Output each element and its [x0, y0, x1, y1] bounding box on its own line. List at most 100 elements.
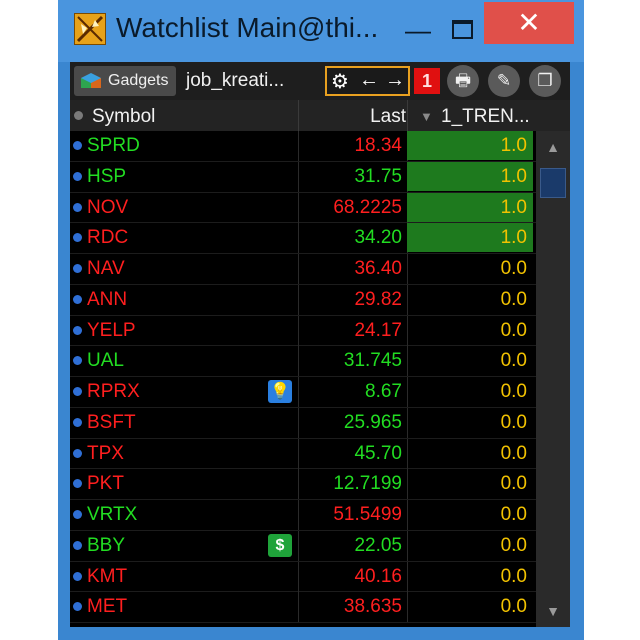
row-symbol[interactable]: VRTX: [87, 504, 137, 526]
close-button[interactable]: ✕: [484, 2, 574, 44]
row-status-dot-icon: [73, 602, 82, 612]
row-symbol[interactable]: SPRD: [87, 135, 140, 157]
row-trend-cell: 1.0: [407, 161, 533, 191]
row-symbol[interactable]: UAL: [87, 350, 124, 372]
maximize-icon: [452, 20, 473, 39]
row-trend-value: 0.0: [500, 442, 527, 464]
vertical-scrollbar[interactable]: ▲ ▼: [536, 131, 570, 627]
scroll-thumb[interactable]: [540, 168, 566, 198]
row-trend-value: 1.0: [500, 165, 527, 187]
row-trend-value: 0.0: [500, 350, 527, 372]
sort-down-icon[interactable]: ▼: [420, 109, 433, 124]
row-status-dot-icon: [73, 233, 82, 243]
row-trend-value: 0.0: [500, 258, 527, 279]
row-last-price: 34.20: [354, 227, 402, 249]
row-status-dot-icon: [73, 171, 82, 181]
row-symbol[interactable]: HSP: [87, 166, 126, 188]
watchlist-rows: SPRD 18.34 1.0 HSP 31.75 1.0 NOV 68.2225 1.0 RDC 3…: [70, 131, 536, 623]
table-row[interactable]: NOV 68.2225 1.0: [70, 192, 536, 224]
row-symbol[interactable]: MET: [87, 596, 127, 618]
row-symbol[interactable]: YELP: [87, 320, 136, 342]
scroll-down-arrow-icon[interactable]: ▼: [540, 601, 566, 621]
print-button[interactable]: 🖶: [447, 65, 479, 97]
row-last-price: 22.05: [354, 534, 402, 556]
row-trend-cell: 0.0: [407, 408, 533, 437]
column-header-trend[interactable]: 1_TREN...: [441, 106, 530, 128]
table-row[interactable]: BBY 22.05 0.0 $: [70, 530, 536, 562]
gadgets-button[interactable]: Gadgets: [74, 66, 176, 96]
row-symbol[interactable]: NOV: [87, 197, 128, 219]
table-row[interactable]: NAV 36.40 0.0: [70, 254, 536, 285]
copy-button[interactable]: ❐: [529, 65, 561, 97]
arrow-right-icon[interactable]: →: [385, 69, 405, 92]
title-bar[interactable]: Watchlist Main@thi... — ✕: [58, 0, 584, 62]
row-trend-value: 1.0: [500, 227, 527, 249]
row-status-dot-icon: [73, 202, 82, 212]
watchlist-window: Watchlist Main@thi... — ✕ Gadgets job_kr…: [58, 0, 584, 640]
row-last-price: 36.40: [354, 258, 402, 279]
dollar-icon[interactable]: $: [268, 533, 292, 557]
gear-icon[interactable]: ⚙: [331, 69, 349, 94]
table-row[interactable]: BSFT 25.965 0.0: [70, 407, 536, 439]
row-last-price: 40.16: [354, 565, 402, 587]
gadgets-label: Gadgets: [108, 72, 169, 89]
row-symbol[interactable]: RPRX: [87, 381, 140, 403]
table-row[interactable]: KMT 40.16 0.0: [70, 561, 536, 593]
row-trend-cell: 0.0: [407, 500, 533, 529]
column-header-symbol[interactable]: Symbol: [92, 106, 155, 128]
scroll-up-arrow-icon[interactable]: ▲: [540, 137, 566, 157]
minimize-button[interactable]: —: [398, 12, 438, 48]
table-row[interactable]: RPRX 8.67 0.0 💡: [70, 377, 536, 408]
row-trend-value: 0.0: [500, 534, 527, 556]
table-row[interactable]: MET 38.635 0.0: [70, 592, 536, 623]
row-status-dot-icon: [73, 479, 82, 489]
column-header-last[interactable]: Last: [370, 106, 406, 128]
row-symbol[interactable]: ANN: [87, 289, 127, 311]
table-row[interactable]: PKT 12.7199 0.0: [70, 469, 536, 500]
row-trend-value: 0.0: [500, 596, 527, 618]
row-last-price: 51.5499: [333, 504, 402, 525]
pin-button[interactable]: ✎: [488, 65, 520, 97]
row-symbol[interactable]: PKT: [87, 473, 124, 495]
row-trend-value: 0.0: [500, 319, 527, 341]
row-last-price: 24.17: [354, 319, 402, 341]
link-badge[interactable]: 1: [414, 68, 440, 94]
table-row[interactable]: SPRD 18.34 1.0: [70, 131, 536, 162]
table-row[interactable]: ANN 29.82 0.0: [70, 284, 536, 316]
row-status-dot-icon: [73, 571, 82, 581]
row-status-dot-icon: [73, 540, 82, 550]
row-symbol[interactable]: BSFT: [87, 412, 136, 434]
lightbulb-icon[interactable]: 💡: [268, 380, 292, 403]
table-row[interactable]: HSP 31.75 1.0: [70, 161, 536, 193]
row-trend-value: 1.0: [500, 196, 527, 218]
row-symbol[interactable]: NAV: [87, 258, 125, 280]
link-tools-group: ⚙ ← →: [325, 66, 410, 96]
table-row[interactable]: YELP 24.17 0.0: [70, 315, 536, 347]
tab-job-kreati[interactable]: job_kreati...: [186, 70, 284, 92]
row-trend-value: 0.0: [500, 504, 527, 525]
window-title: Watchlist Main@thi...: [116, 12, 379, 43]
row-trend-cell: 0.0: [407, 285, 533, 314]
row-trend-cell: 0.0: [407, 254, 533, 283]
row-status-dot-icon: [73, 141, 82, 150]
table-row[interactable]: UAL 31.745 0.0: [70, 346, 536, 377]
row-trend-cell: 0.0: [407, 562, 533, 591]
arrow-left-icon[interactable]: ←: [359, 69, 379, 92]
row-status-dot-icon: [73, 448, 82, 458]
row-trend-value: 0.0: [500, 565, 527, 587]
table-row[interactable]: VRTX 51.5499 0.0: [70, 500, 536, 531]
row-symbol[interactable]: BBY: [87, 535, 125, 557]
row-trend-cell: 0.0: [407, 377, 533, 406]
row-symbol[interactable]: RDC: [87, 227, 128, 249]
table-row[interactable]: TPX 45.70 0.0: [70, 438, 536, 470]
row-symbol[interactable]: TPX: [87, 443, 124, 465]
table-row[interactable]: RDC 34.20 1.0: [70, 223, 536, 254]
row-last-price: 29.82: [354, 288, 402, 310]
row-last-price: 18.34: [354, 135, 402, 156]
row-symbol[interactable]: KMT: [87, 566, 127, 588]
header-divider: [407, 100, 408, 131]
row-status-dot-icon: [73, 325, 82, 335]
maximize-button[interactable]: [441, 12, 481, 48]
row-trend-value: 0.0: [500, 288, 527, 310]
row-trend-cell: 1.0: [407, 192, 533, 222]
